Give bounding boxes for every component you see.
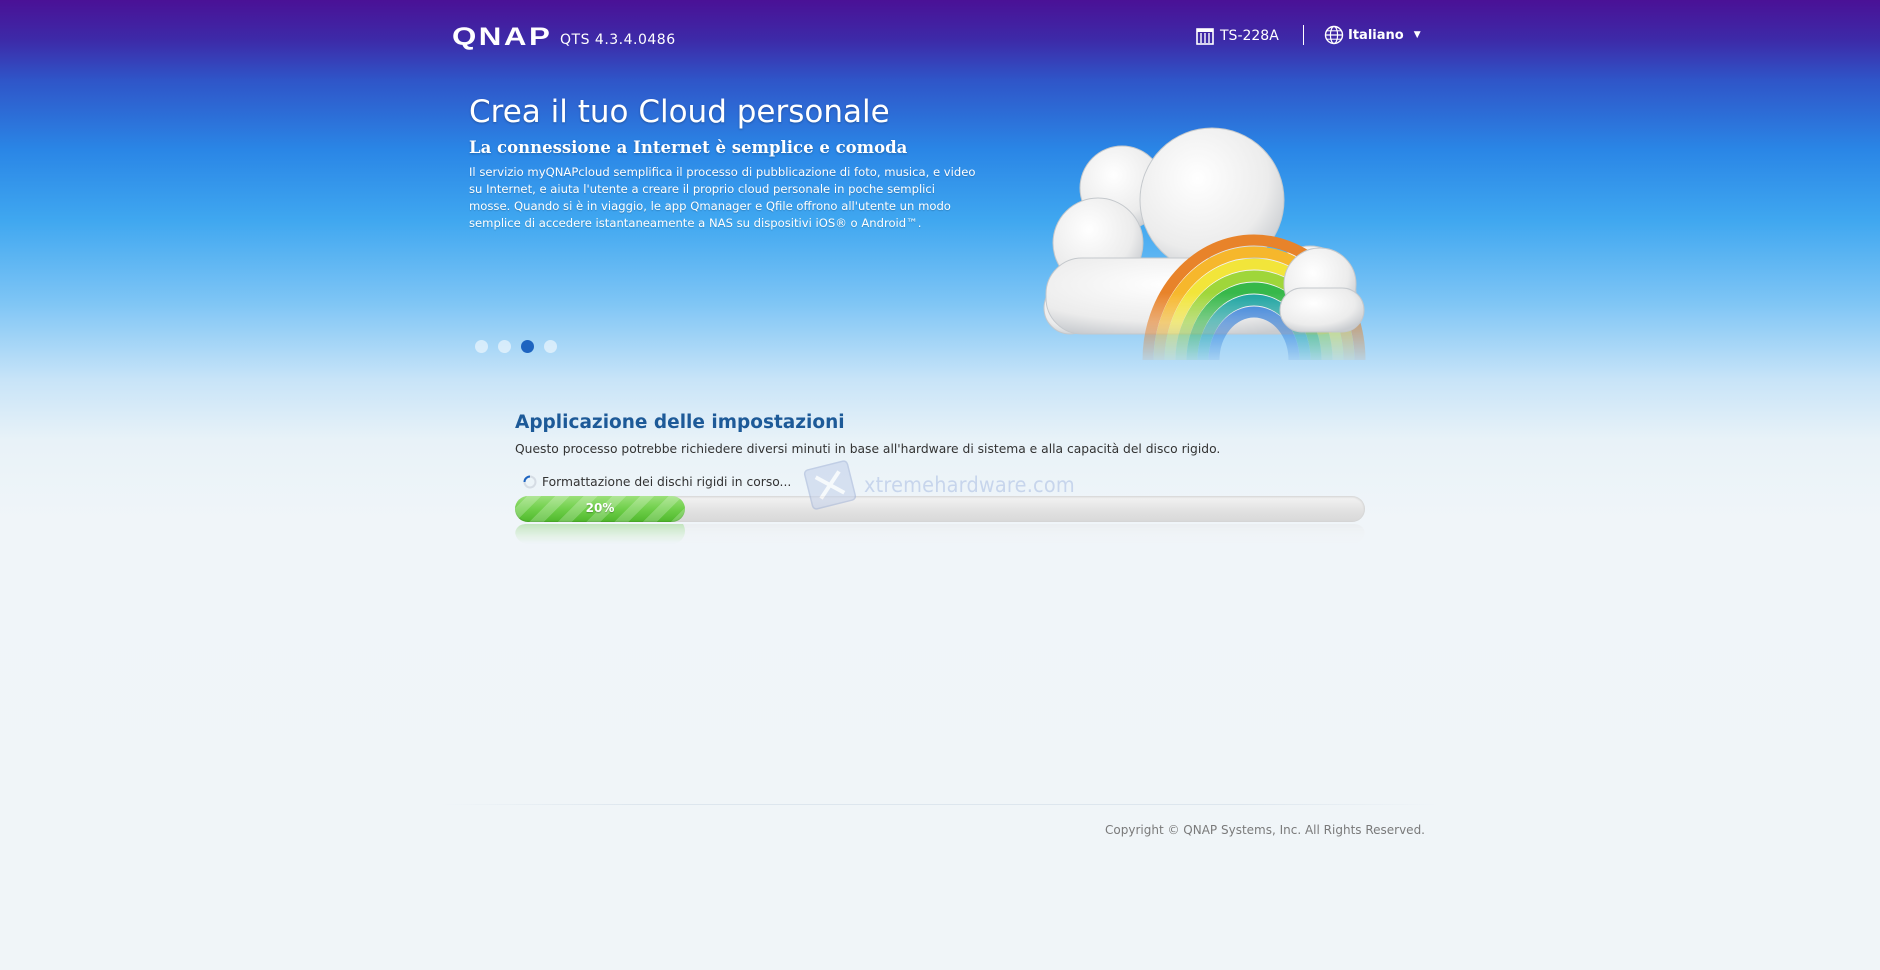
carousel-dot-3[interactable] — [521, 340, 534, 353]
watermark-text: xtremehardware.com — [864, 473, 1075, 497]
progress-bar: 20% — [515, 496, 1365, 522]
firmware-version: QTS 4.3.4.0486 — [560, 32, 676, 48]
reflection-fill — [515, 524, 685, 544]
carousel-dot-4[interactable] — [544, 340, 557, 353]
progress-fill: 20% — [515, 496, 685, 522]
spinner-icon — [523, 475, 537, 489]
device-info: TS-228A — [1196, 25, 1279, 47]
progress-label: 20% — [585, 501, 615, 515]
setup-section: Applicazione delle impostazioni Questo p… — [515, 412, 1365, 456]
carousel-indicators — [475, 340, 557, 353]
copyright-text: Copyright © QNAP Systems, Inc. All Right… — [1105, 823, 1425, 837]
status-text: Formattazione dei dischi rigidi in corso… — [542, 475, 792, 489]
section-title: Applicazione delle impostazioni — [515, 412, 845, 433]
banner-description: Il servizio myQNAPcloud semplifica il pr… — [469, 165, 976, 230]
language-label: Italiano — [1348, 27, 1404, 43]
status-line: Formattazione dei dischi rigidi in corso… — [523, 475, 791, 489]
section-description: Questo processo potrebbe richiedere dive… — [515, 442, 1221, 456]
top-header: QNAP QTS 4.3.4.0486 TS-228A Italiano ▼ — [0, 0, 1880, 70]
cloud-rainbow-illustration — [1043, 127, 1366, 361]
carousel-dot-1[interactable] — [475, 340, 488, 353]
globe-icon — [1324, 25, 1344, 45]
device-name: TS-228A — [1220, 28, 1279, 44]
caret-down-icon: ▼ — [1413, 30, 1421, 40]
nas-device-icon — [1196, 28, 1214, 45]
qnap-logo: QNAP — [452, 23, 553, 51]
language-selector[interactable]: Italiano ▼ — [1324, 24, 1421, 46]
footer-divider — [440, 804, 1440, 805]
progress-reflection — [515, 524, 1365, 544]
banner-subtitle: La connessione a Internet è semplice e c… — [469, 138, 908, 157]
carousel-dot-2[interactable] — [498, 340, 511, 353]
banner-title: Crea il tuo Cloud personale — [469, 94, 890, 130]
header-divider — [1303, 25, 1304, 45]
